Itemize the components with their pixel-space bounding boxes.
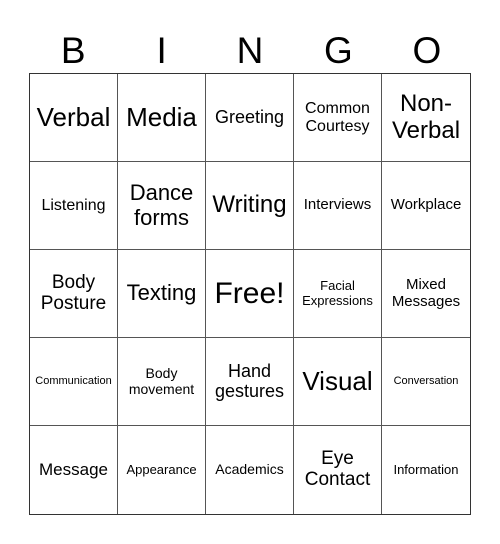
header-letter-n: N (236, 30, 264, 71)
bingo-grid: Verbal Media Greeting Common Courtesy No… (29, 73, 471, 515)
bingo-cell[interactable]: Facial Expressions (294, 250, 382, 338)
header-letter-i: I (156, 30, 167, 71)
bingo-cell[interactable]: Writing (206, 162, 294, 250)
bingo-cell[interactable]: Hand gestures (206, 338, 294, 426)
header-letter-b: B (60, 30, 86, 71)
bingo-cell[interactable]: Greeting (206, 74, 294, 162)
header-letter-o: O (412, 30, 442, 71)
bingo-cell[interactable]: Mixed Messages (382, 250, 470, 338)
bingo-cell[interactable]: Common Courtesy (294, 74, 382, 162)
bingo-cell[interactable]: Body Posture (30, 250, 118, 338)
bingo-cell[interactable]: Dance forms (118, 162, 206, 250)
bingo-cell[interactable]: Message (30, 426, 118, 514)
bingo-cell[interactable]: Visual (294, 338, 382, 426)
bingo-cell[interactable]: Verbal (30, 74, 118, 162)
bingo-header: B I N G O (29, 28, 471, 73)
bingo-cell[interactable]: Academics (206, 426, 294, 514)
bingo-cell[interactable]: Communication (30, 338, 118, 426)
bingo-cell[interactable]: Workplace (382, 162, 470, 250)
bingo-cell[interactable]: Interviews (294, 162, 382, 250)
bingo-cell[interactable]: Media (118, 74, 206, 162)
bingo-cell[interactable]: Listening (30, 162, 118, 250)
bingo-cell[interactable]: Non-Verbal (382, 74, 470, 162)
bingo-cell[interactable]: Information (382, 426, 470, 514)
bingo-cell[interactable]: Eye Contact (294, 426, 382, 514)
bingo-cell[interactable]: Conversation (382, 338, 470, 426)
bingo-cell[interactable]: Appearance (118, 426, 206, 514)
bingo-cell[interactable]: Body movement (118, 338, 206, 426)
header-letter-g: G (324, 30, 353, 71)
free-space[interactable]: Free! (206, 250, 294, 338)
bingo-cell[interactable]: Texting (118, 250, 206, 338)
